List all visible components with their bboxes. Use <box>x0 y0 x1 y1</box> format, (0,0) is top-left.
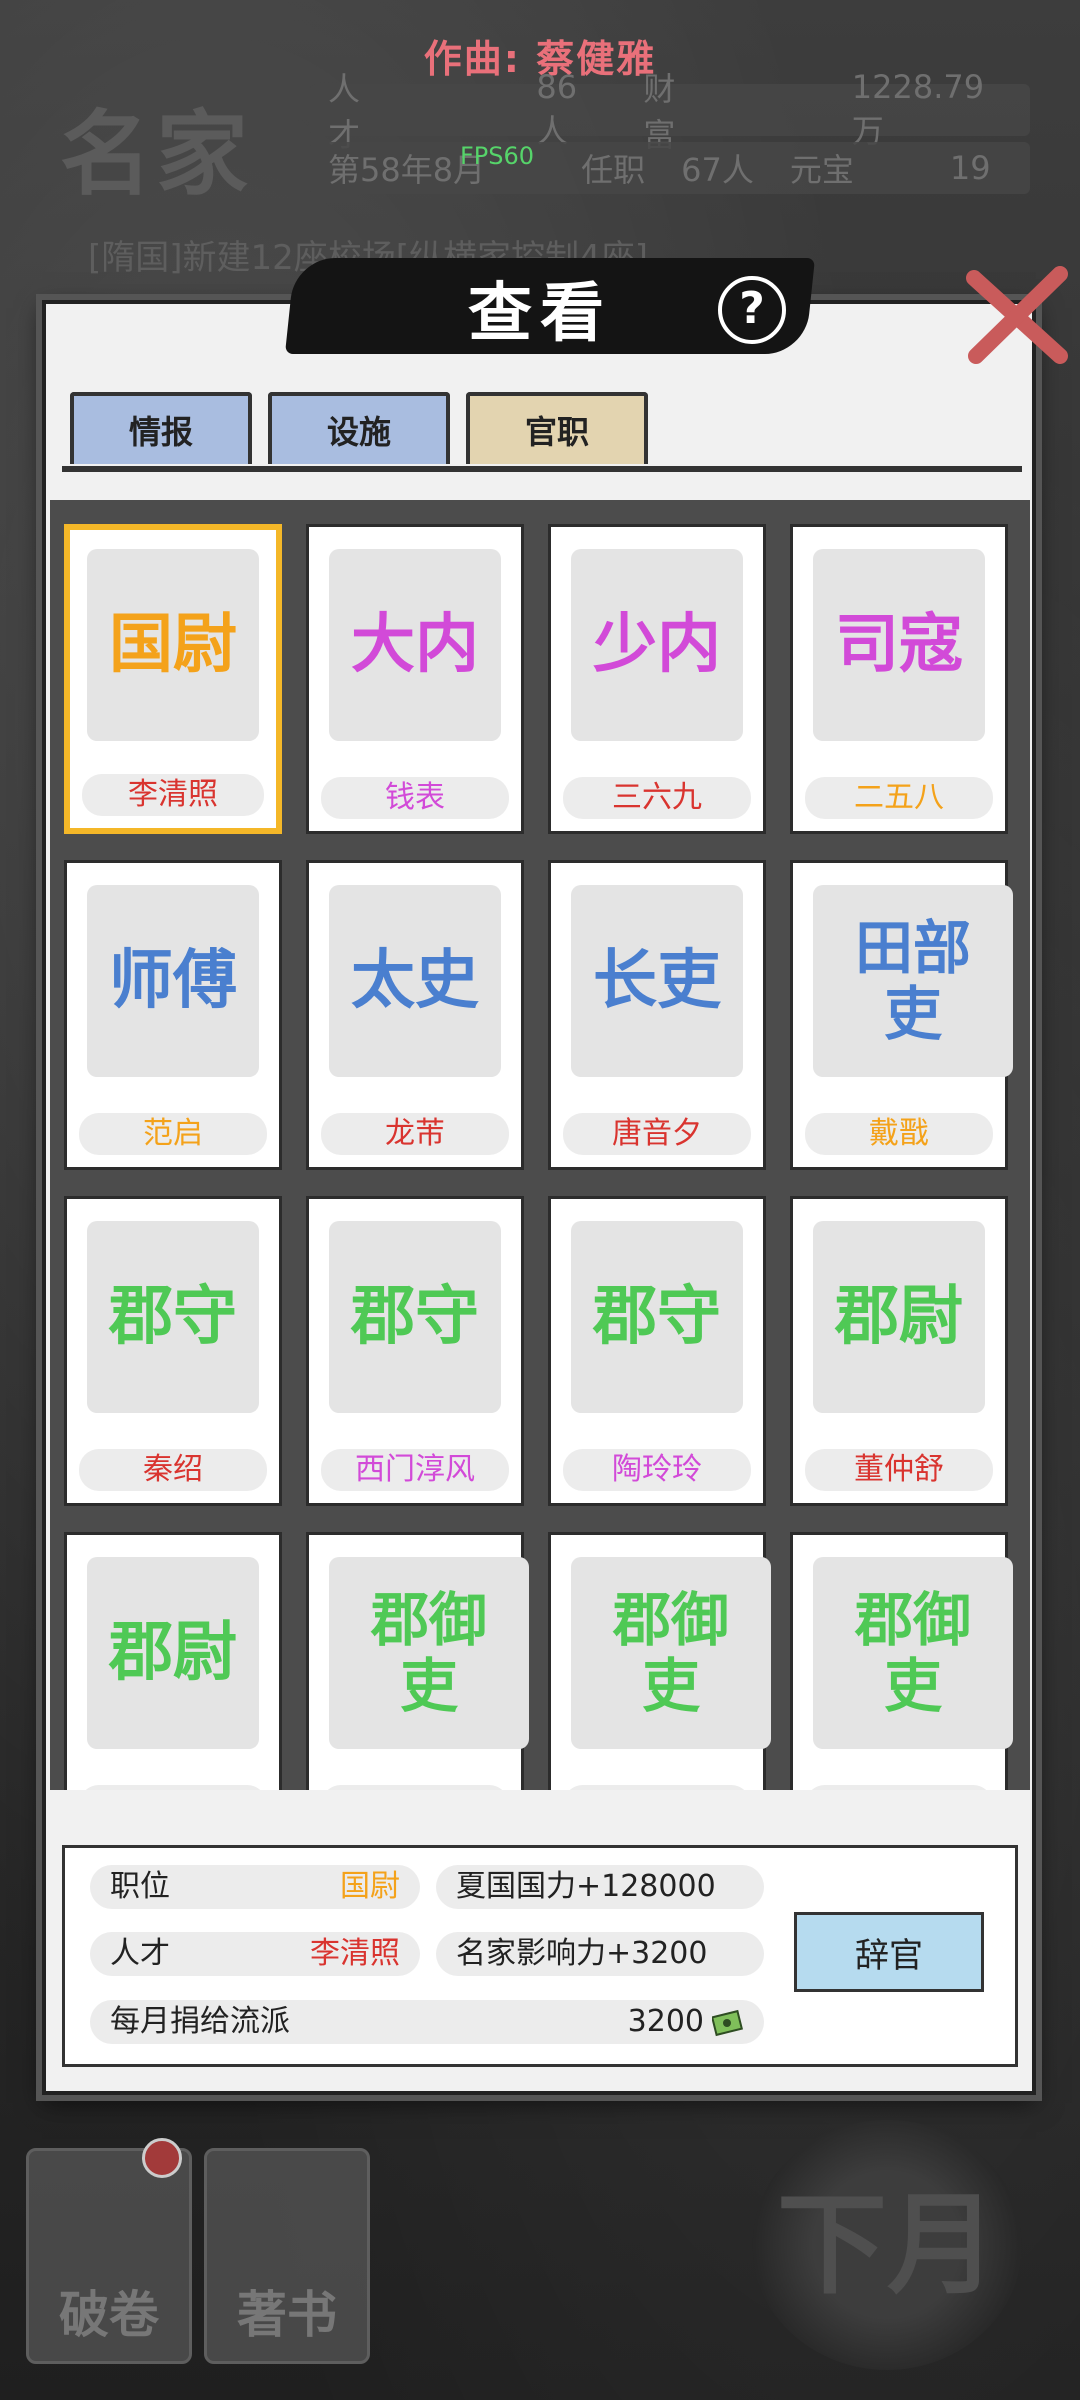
office-holder: 李清照 <box>82 774 264 816</box>
office-title: 太史 <box>329 885 501 1077</box>
dialog-title: 查看 <box>468 276 612 351</box>
tab-facilities[interactable]: 设施 <box>268 392 450 464</box>
write-book-label: 著书 <box>237 2285 337 2344</box>
office-holder <box>321 1785 509 1790</box>
office-holder: 龙芾 <box>321 1113 509 1155</box>
office-card[interactable]: 郡御吏 <box>306 1532 529 1790</box>
office-card[interactable]: 国尉 李清照 <box>64 524 282 834</box>
office-holder <box>563 1785 751 1790</box>
office-title: 田部吏 <box>813 885 1013 1077</box>
stats-row-1: 人才 86人 财富 1228.79万 <box>310 68 1030 154</box>
bonus-row-2: 名家影响力+3200 <box>436 1932 764 1976</box>
office-card[interactable]: 郡御吏 <box>790 1532 1013 1790</box>
bonus-row-1: 夏国国力+128000 <box>436 1865 764 1909</box>
office-title: 郡守 <box>571 1221 743 1413</box>
office-grid: 国尉 李清照 大内 钱表 少内 三六九 司寇 二五八 师傅 范启 太史 龙芾 长吏 唐音夕 田部吏 戴戬 郡守秦… <box>64 524 1013 1790</box>
office-holder: 董仲舒 <box>805 1449 993 1491</box>
office-card[interactable]: 太史 龙芾 <box>306 860 524 1170</box>
close-icon[interactable] <box>962 260 1072 370</box>
office-holder: 二五八 <box>805 777 993 819</box>
help-icon[interactable]: ? <box>718 276 786 344</box>
money-icon <box>712 2009 744 2037</box>
stats-row-2: 第58年8月 任职 67人 元宝 19 <box>310 142 1030 194</box>
talent-row: 人才 李清照 <box>90 1932 420 1976</box>
office-title: 少内 <box>571 549 743 741</box>
yuanbao-label: 元宝 <box>789 151 854 189</box>
office-holder: 唐音夕 <box>563 1113 751 1155</box>
tab-divider <box>62 466 1022 472</box>
office-card[interactable]: 田部吏戴戬 <box>790 860 1013 1170</box>
office-card[interactable]: 大内 钱表 <box>306 524 524 834</box>
break-scroll-button[interactable]: 破卷 <box>26 2148 192 2364</box>
office-title: 大内 <box>329 549 501 741</box>
office-holder: 范启 <box>79 1113 267 1155</box>
write-book-button[interactable]: 著书 <box>204 2148 370 2364</box>
office-card[interactable]: 郡尉 <box>64 1532 282 1790</box>
office-count: 67人 <box>681 151 754 189</box>
office-title: 郡尉 <box>87 1557 259 1749</box>
office-holder: 陶玲玲 <box>563 1449 751 1491</box>
office-title: 郡守 <box>87 1221 259 1413</box>
office-card[interactable]: 少内 三六九 <box>548 524 766 834</box>
donation-label: 每月捐给流派 <box>110 2004 290 2039</box>
donation-row: 每月捐给流派 3200 <box>90 2000 764 2044</box>
office-holder: 秦绍 <box>79 1449 267 1491</box>
tab-offices[interactable]: 官职 <box>466 392 648 464</box>
next-month-button[interactable]: 下月 <box>752 2120 1022 2370</box>
office-title: 师傅 <box>87 885 259 1077</box>
office-label: 任职 <box>581 151 646 189</box>
notification-dot <box>142 2138 182 2178</box>
wealth-value: 1228.79万 <box>851 68 985 150</box>
office-card[interactable]: 郡尉 董仲舒 <box>790 1196 1008 1506</box>
position-row: 职位 国尉 <box>90 1865 420 1909</box>
yuanbao-value: 19 <box>949 149 991 187</box>
office-holder <box>79 1785 267 1790</box>
national-power-bonus: 夏国国力+128000 <box>456 1869 716 1904</box>
office-title: 司寇 <box>813 549 985 741</box>
office-card[interactable]: 郡御吏 <box>548 1532 771 1790</box>
office-card[interactable]: 郡守 西门淳风 <box>306 1196 524 1506</box>
position-label: 职位 <box>110 1869 170 1904</box>
office-title: 长吏 <box>571 885 743 1077</box>
office-card[interactable]: 师傅 范启 <box>64 860 282 1170</box>
donation-value: 3200 <box>627 2004 704 2039</box>
office-title: 郡御吏 <box>813 1557 1013 1749</box>
office-grid-panel[interactable]: 国尉 李清照 大内 钱表 少内 三六九 司寇 二五八 师傅 范启 太史 龙芾 长吏 唐音夕 田部吏 戴戬 郡守秦… <box>50 500 1030 1790</box>
dialog-tabs: 情报 设施 官职 <box>70 392 648 464</box>
tab-intel[interactable]: 情报 <box>70 392 252 464</box>
office-holder <box>805 1785 993 1790</box>
office-holder: 西门淳风 <box>321 1449 509 1491</box>
office-card[interactable]: 长吏 唐音夕 <box>548 860 766 1170</box>
office-card[interactable]: 郡守 秦绍 <box>64 1196 282 1506</box>
office-holder: 戴戬 <box>805 1113 993 1155</box>
office-title: 国尉 <box>87 549 259 741</box>
office-title: 郡守 <box>329 1221 501 1413</box>
talent-label: 人才 <box>110 1936 170 1971</box>
office-card[interactable]: 郡守 陶玲玲 <box>548 1196 766 1506</box>
fps-counter: FPS60 <box>460 142 535 170</box>
resign-button[interactable]: 辞官 <box>794 1912 984 1992</box>
break-scroll-label: 破卷 <box>59 2285 159 2344</box>
office-title: 郡御吏 <box>571 1557 771 1749</box>
school-name: 名家 <box>60 100 253 208</box>
talent-value: 李清照 <box>310 1936 400 1971</box>
office-title: 郡尉 <box>813 1221 985 1413</box>
office-title: 郡御吏 <box>329 1557 529 1749</box>
office-holder: 钱表 <box>321 777 509 819</box>
position-value: 国尉 <box>340 1869 400 1904</box>
office-card[interactable]: 司寇 二五八 <box>790 524 1008 834</box>
office-holder: 三六九 <box>563 777 751 819</box>
influence-bonus: 名家影响力+3200 <box>456 1936 708 1971</box>
talent-count: 86人 <box>536 68 578 150</box>
